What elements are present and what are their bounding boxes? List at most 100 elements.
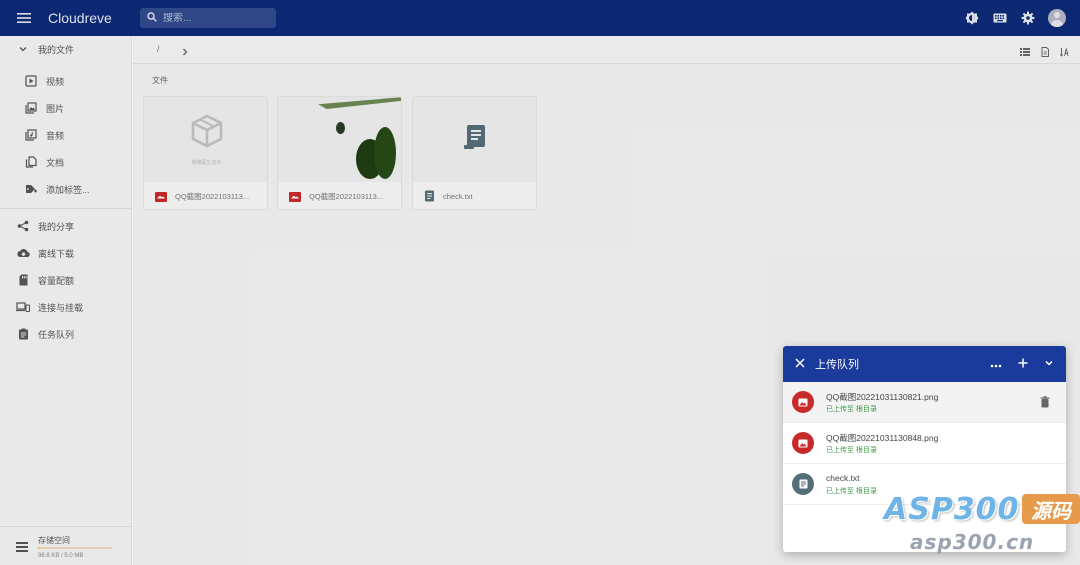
storage-usage: 存储空间 98.8 KB / 5.0 MB (0, 526, 132, 565)
file-thumbnail-photo (278, 97, 401, 182)
user-avatar[interactable] (1048, 9, 1066, 27)
upload-folder-link[interactable]: 根目录 (856, 406, 877, 413)
sidebar-item-my-shares[interactable]: 我的分享 (0, 213, 132, 239)
file-card[interactable]: QQ截图2022103113... (277, 96, 402, 210)
sidebar-item-video[interactable]: 视频 (0, 68, 132, 94)
storage-progress-fill (38, 547, 40, 549)
upload-file-name: QQ截图20221031130821.png (826, 392, 939, 402)
sidebar: 我的文件 视频 图片 音频 文档 添加标签... 我的分享 离线下载 容量配额 … (0, 36, 132, 565)
file-name: check.txt (443, 192, 473, 201)
devices-icon (16, 300, 30, 314)
file-name: QQ截图2022103113... (309, 192, 384, 201)
thumbnail-caption: 缩略图生成中 (191, 159, 222, 166)
sidebar-item-label: 离线下载 (38, 248, 75, 259)
upload-status-text: 已上传至 (826, 447, 856, 454)
file-card-footer: QQ截图2022103113... (144, 182, 267, 209)
document-icon (24, 155, 38, 169)
storage-list-icon (16, 539, 28, 557)
text-file-icon (424, 190, 435, 204)
video-icon (24, 74, 38, 88)
sort-icon[interactable] (1059, 44, 1070, 62)
text-document-icon (463, 123, 489, 156)
watermark-url: asp300.cn (910, 530, 1035, 554)
upload-folder-link[interactable]: 根目录 (856, 488, 877, 495)
upload-status: 已上传至 根目录 (826, 445, 877, 455)
upload-queue-header: 上传队列 (783, 346, 1066, 382)
settings-gear-icon[interactable] (1020, 10, 1036, 26)
sidebar-item-documents[interactable]: 文档 (0, 149, 132, 175)
upload-file-name: QQ截图20221031130848.png (826, 433, 939, 443)
upload-queue-item[interactable]: QQ截图20221031130821.png 已上传至 根目录 (783, 382, 1066, 423)
chevron-down-icon[interactable] (16, 42, 30, 56)
watermark-brand: ASP300 (884, 492, 1020, 527)
close-icon[interactable] (795, 355, 805, 373)
upload-status-text: 已上传至 (826, 406, 856, 413)
sidebar-divider (0, 208, 132, 209)
file-card-footer: QQ截图2022103113... (278, 182, 401, 209)
sidebar-item-images[interactable]: 图片 (0, 95, 132, 121)
breadcrumb[interactable]: / (157, 44, 160, 54)
app-bar: Cloudreve (0, 0, 1080, 36)
watermark: ASP300 源码 asp300.cn (884, 492, 1080, 562)
upload-queue-title: 上传队列 (815, 359, 859, 371)
sidebar-item-task-queue[interactable]: 任务队列 (0, 321, 132, 347)
search-input[interactable] (163, 12, 263, 24)
sidebar-item-label: 音频 (46, 130, 65, 141)
sidebar-item-quota[interactable]: 容量配额 (0, 267, 132, 293)
file-card-footer: check.txt (413, 182, 536, 209)
sd-card-icon (16, 273, 30, 287)
more-options-icon[interactable] (990, 355, 1002, 373)
upload-file-name: check.txt (826, 473, 860, 483)
clipboard-icon (16, 327, 30, 341)
upload-status: 已上传至 根目录 (826, 486, 877, 496)
storage-progress-bar (38, 547, 112, 549)
search-box[interactable] (140, 8, 276, 28)
tag-add-icon (24, 182, 38, 196)
storage-usage-text: 98.8 KB / 5.0 MB (38, 553, 84, 559)
sidebar-item-offline-download[interactable]: 离线下载 (0, 240, 132, 266)
upload-queue-item[interactable]: QQ截图20221031130848.png 已上传至 根目录 (783, 423, 1066, 464)
chevron-right-icon[interactable] (180, 44, 190, 62)
package-box-icon (190, 114, 224, 153)
sidebar-item-label: 我的文件 (38, 44, 75, 55)
sidebar-item-label: 添加标签... (46, 184, 90, 195)
app-title[interactable]: Cloudreve (48, 10, 140, 26)
sidebar-item-add-tag[interactable]: 添加标签... (0, 176, 132, 202)
sidebar-item-label: 我的分享 (38, 221, 75, 232)
keyboard-icon[interactable] (992, 10, 1008, 26)
file-card[interactable]: 缩略图生成中 QQ截图2022103113... (143, 96, 268, 210)
menu-icon[interactable] (0, 0, 48, 36)
image-file-icon (289, 191, 301, 202)
add-icon[interactable] (1018, 355, 1028, 373)
sidebar-item-audio[interactable]: 音频 (0, 122, 132, 148)
sidebar-item-label: 图片 (46, 103, 65, 114)
list-view-icon[interactable] (1020, 44, 1030, 62)
sidebar-item-label: 视频 (46, 76, 65, 87)
delete-icon[interactable] (1040, 395, 1050, 413)
audio-icon (24, 128, 38, 142)
file-thumbnail-placeholder (413, 97, 536, 182)
file-card[interactable]: check.txt (412, 96, 537, 210)
sidebar-item-label: 任务队列 (38, 329, 75, 340)
sidebar-item-connections[interactable]: 连接与挂载 (0, 294, 132, 320)
image-file-icon (792, 391, 814, 413)
theme-toggle-icon[interactable] (964, 10, 980, 26)
file-info-icon[interactable] (1040, 44, 1050, 62)
share-icon (16, 219, 30, 233)
image-file-icon (792, 432, 814, 454)
upload-folder-link[interactable]: 根目录 (856, 447, 877, 454)
chevron-down-icon[interactable] (1044, 355, 1054, 373)
sidebar-item-label: 连接与挂载 (38, 302, 84, 313)
cloud-download-icon (16, 246, 30, 260)
section-title: 文件 (152, 76, 168, 85)
navigation-toolbar: / (133, 36, 1080, 64)
file-thumbnail-placeholder: 缩略图生成中 (144, 97, 267, 182)
sidebar-item-label: 容量配额 (38, 275, 75, 286)
search-icon (147, 9, 157, 27)
watermark-badge: 源码 (1022, 494, 1080, 524)
file-name: QQ截图2022103113... (175, 192, 250, 201)
image-file-icon (155, 191, 167, 202)
upload-status-text: 已上传至 (826, 488, 856, 495)
sidebar-item-my-files[interactable]: 我的文件 (0, 36, 132, 62)
text-file-icon (792, 473, 814, 495)
